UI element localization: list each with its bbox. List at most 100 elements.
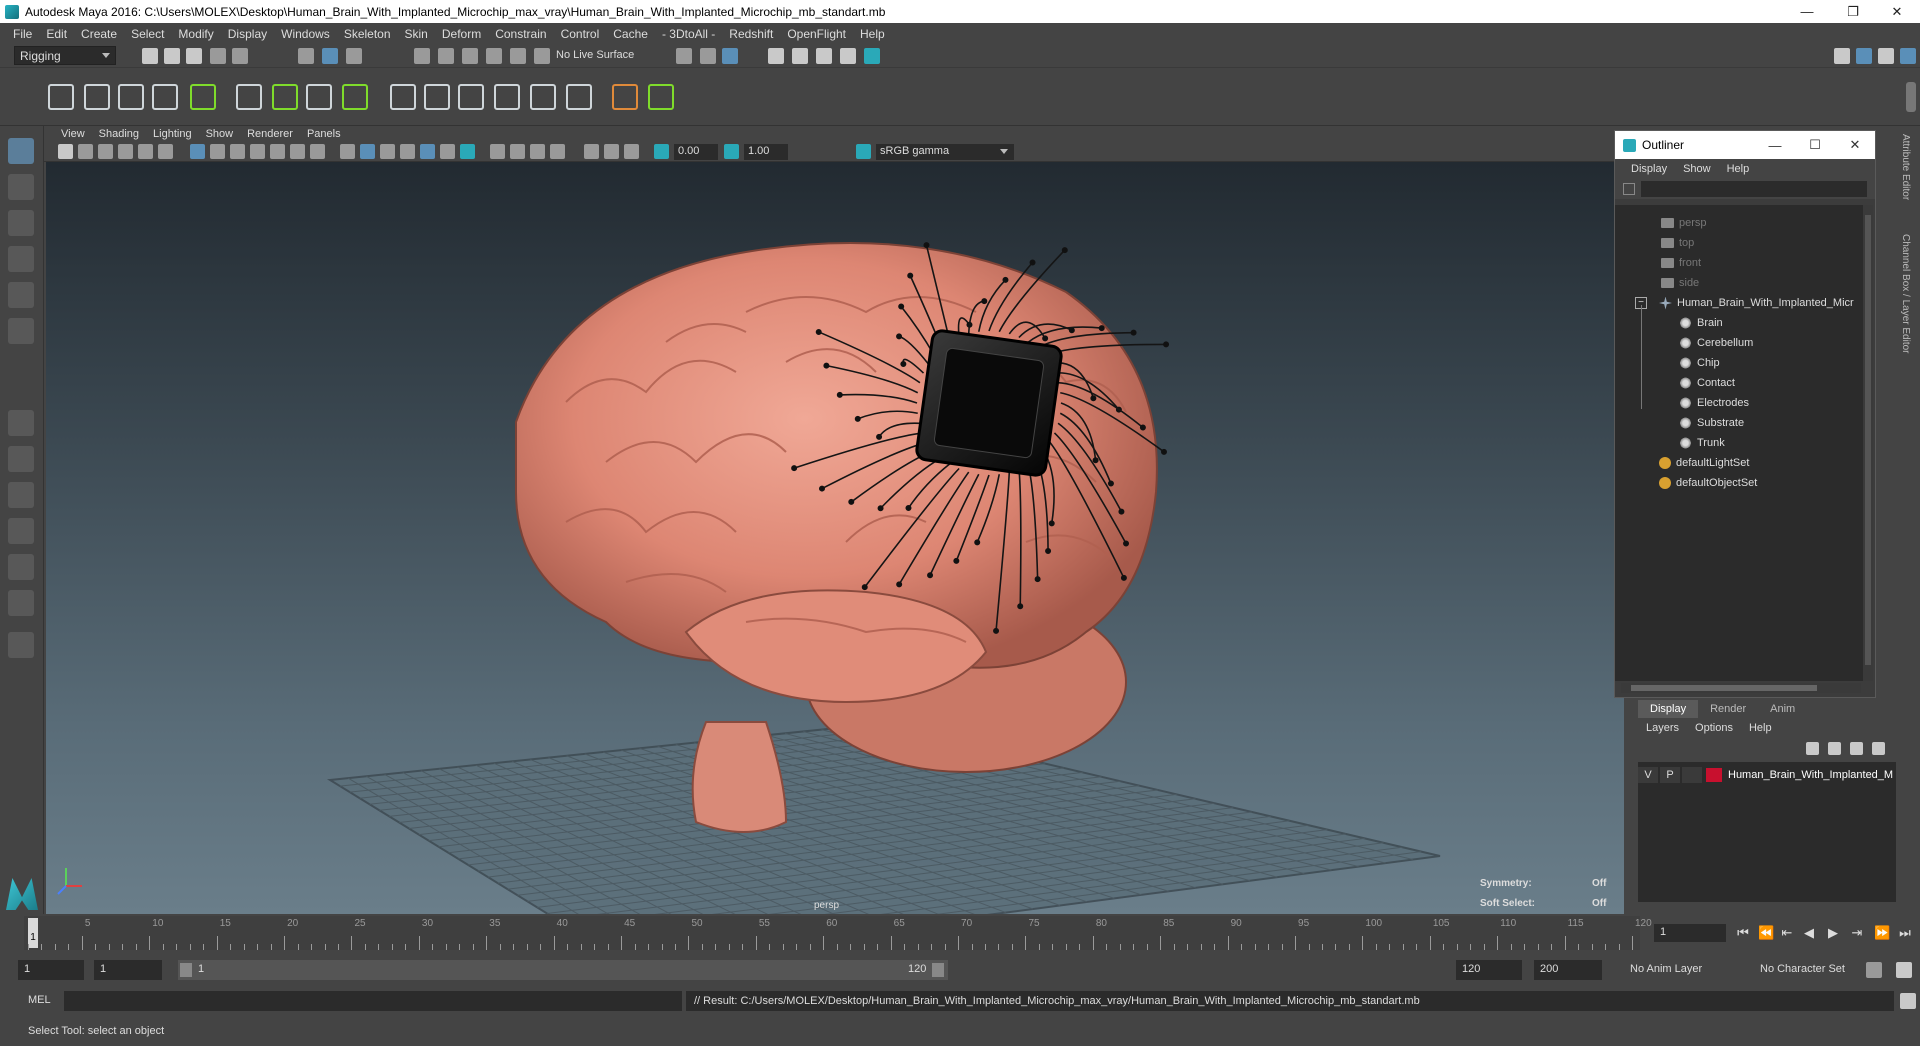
2d-pan-zoom-icon[interactable] <box>138 144 153 159</box>
panel-menu-panels[interactable]: Panels <box>300 128 348 140</box>
outliner-item-side[interactable]: side <box>1615 273 1863 293</box>
wireframe-on-shaded-icon[interactable] <box>380 144 395 159</box>
snap-grid-icon[interactable] <box>414 48 430 64</box>
persp-graph-layout-icon[interactable] <box>8 554 34 580</box>
outliner-menu-show[interactable]: Show <box>1675 163 1719 175</box>
bind-skin-icon[interactable] <box>236 84 262 110</box>
move-layer-up-icon[interactable] <box>1806 742 1819 755</box>
resolution-gate-icon[interactable] <box>230 144 245 159</box>
layer-display-type-toggle[interactable] <box>1682 767 1702 783</box>
filter-icon[interactable] <box>1623 183 1635 195</box>
menu-windows[interactable]: Windows <box>274 27 337 41</box>
play-forward-icon[interactable]: ▶ <box>1826 926 1840 940</box>
outliner-item-contact[interactable]: Contact <box>1615 373 1863 393</box>
outliner-item-brain[interactable]: Brain <box>1615 313 1863 333</box>
exposure-icon[interactable] <box>654 144 669 159</box>
menu-openflight[interactable]: OpenFlight <box>780 27 853 41</box>
render-frame-icon[interactable] <box>768 48 784 64</box>
set-driven-key-icon[interactable] <box>648 84 674 110</box>
menu-deform[interactable]: Deform <box>435 27 488 41</box>
attribute-editor-tab[interactable]: Attribute Editor <box>1900 134 1911 200</box>
outliner-item-front[interactable]: front <box>1615 253 1863 273</box>
depth-of-field-icon[interactable] <box>530 144 545 159</box>
script-editor-icon[interactable] <box>1900 993 1916 1009</box>
new-empty-layer-icon[interactable] <box>1850 742 1863 755</box>
step-forward-frame-icon[interactable]: ⇥ <box>1850 926 1864 940</box>
outliner-item-group[interactable]: − Human_Brain_With_Implanted_Micr <box>1615 293 1863 313</box>
animation-preferences-icon[interactable] <box>1896 962 1912 978</box>
snap-point-icon[interactable] <box>462 48 478 64</box>
scale-constraint-icon[interactable] <box>494 84 520 110</box>
menu-skeleton[interactable]: Skeleton <box>337 27 398 41</box>
gamma-field[interactable]: 1.00 <box>744 144 788 160</box>
screen-space-ao-icon[interactable] <box>460 144 475 159</box>
panel-menu-lighting[interactable]: Lighting <box>146 128 199 140</box>
menu-set-dropdown[interactable]: Rigging <box>14 46 116 65</box>
outliner-item-trunk[interactable]: Trunk <box>1615 433 1863 453</box>
playback-start-field[interactable]: 1 <box>94 960 162 980</box>
menu-help[interactable]: Help <box>853 27 892 41</box>
outliner-maximize-button[interactable]: ☐ <box>1795 131 1835 159</box>
menu-edit[interactable]: Edit <box>39 27 74 41</box>
menu-cache[interactable]: Cache <box>606 27 655 41</box>
lasso-tool-icon[interactable] <box>8 174 34 200</box>
redo-icon[interactable] <box>232 48 248 64</box>
smooth-shade-icon[interactable] <box>360 144 375 159</box>
layout-icon[interactable] <box>1856 48 1872 64</box>
outliner-item-substrate[interactable]: Substrate <box>1615 413 1863 433</box>
undo-icon[interactable] <box>210 48 226 64</box>
outliner-item-chip[interactable]: Chip <box>1615 353 1863 373</box>
outliner-close-button[interactable]: ✕ <box>1835 131 1875 159</box>
select-hierarchy-icon[interactable] <box>298 48 314 64</box>
construction-history-icon[interactable] <box>700 48 716 64</box>
pole-vector-icon[interactable] <box>566 84 592 110</box>
tab-anim[interactable]: Anim <box>1758 700 1807 718</box>
current-frame-field[interactable]: 1 <box>1654 924 1726 942</box>
select-camera-icon[interactable] <box>58 144 73 159</box>
restore-button[interactable]: ❐ <box>1830 0 1876 23</box>
menu-redshift[interactable]: Redshift <box>722 27 780 41</box>
ik-spline-icon[interactable] <box>118 84 144 110</box>
new-layer-selected-icon[interactable] <box>1872 742 1885 755</box>
outliner-item-electrodes[interactable]: Electrodes <box>1615 393 1863 413</box>
snap-curve-icon[interactable] <box>438 48 454 64</box>
grease-pencil-icon[interactable] <box>158 144 173 159</box>
parent-constraint-icon[interactable] <box>390 84 416 110</box>
scrollbar-thumb[interactable] <box>1631 685 1817 691</box>
outliner-item-cerebellum[interactable]: Cerebellum <box>1615 333 1863 353</box>
motion-blur-icon[interactable] <box>490 144 505 159</box>
custom-layout-icon[interactable] <box>8 632 34 658</box>
snap-view-icon[interactable] <box>486 48 502 64</box>
anim-layer-dropdown[interactable]: No Anim Layer <box>1624 960 1742 980</box>
joint-tool-icon[interactable] <box>48 84 74 110</box>
scale-tool-icon[interactable] <box>8 318 34 344</box>
menu-3dtoall[interactable]: - 3DtoAll - <box>655 27 722 41</box>
move-layer-down-icon[interactable] <box>1828 742 1841 755</box>
lattice-icon[interactable] <box>306 84 332 110</box>
anti-aliasing-icon[interactable] <box>510 144 525 159</box>
gamma-icon[interactable] <box>724 144 739 159</box>
camera-attributes-icon[interactable] <box>78 144 93 159</box>
go-to-end-icon[interactable]: ⏭ <box>1898 926 1912 940</box>
xray-icon[interactable] <box>584 144 599 159</box>
gate-mask-icon[interactable] <box>250 144 265 159</box>
outliner-menu-help[interactable]: Help <box>1719 163 1758 175</box>
layer-menu-help[interactable]: Help <box>1741 722 1780 734</box>
outliner-item-persp[interactable]: persp <box>1615 213 1863 233</box>
menu-constrain[interactable]: Constrain <box>488 27 553 41</box>
outliner-horizontal-scrollbar[interactable] <box>1621 683 1861 693</box>
outliner-vertical-scrollbar[interactable] <box>1863 205 1873 681</box>
layer-row[interactable]: V P Human_Brain_With_Implanted_M <box>1638 766 1896 784</box>
outliner-minimize-button[interactable]: — <box>1755 131 1795 159</box>
layer-playback-toggle[interactable]: P <box>1660 767 1680 783</box>
lights-icon[interactable] <box>420 144 435 159</box>
step-forward-key-icon[interactable]: ⏩ <box>1874 926 1890 940</box>
ik-handle-icon[interactable] <box>84 84 110 110</box>
wireframe-icon[interactable] <box>340 144 355 159</box>
workspace-icon[interactable] <box>1834 48 1850 64</box>
layer-color-swatch[interactable] <box>1706 768 1722 782</box>
view-transform-dropdown[interactable]: sRGB gamma <box>876 144 1014 160</box>
outliner-item-default-object-set[interactable]: defaultObjectSet <box>1615 473 1863 493</box>
auto-key-icon[interactable] <box>1866 962 1882 978</box>
save-scene-icon[interactable] <box>186 48 202 64</box>
